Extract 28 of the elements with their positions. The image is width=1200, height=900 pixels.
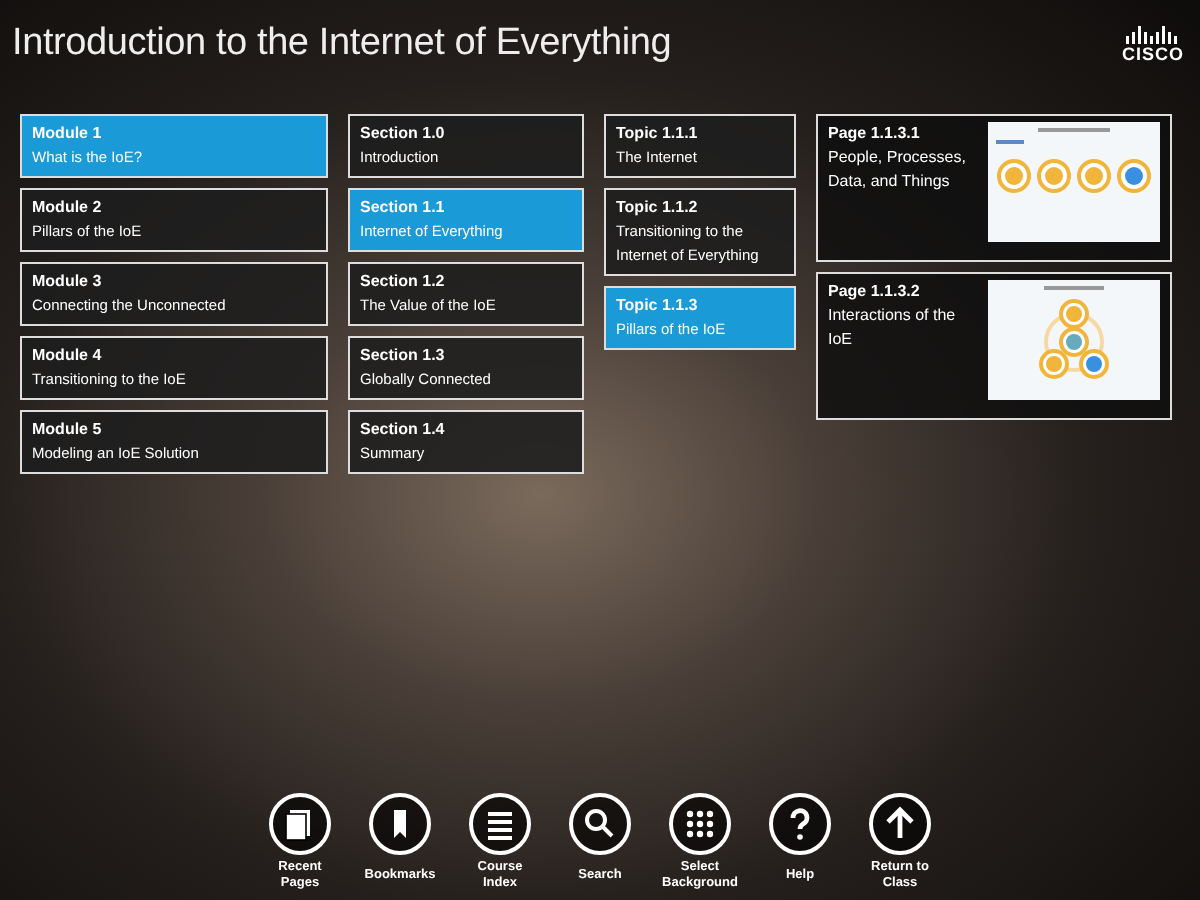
tile-heading: Section 1.4: [360, 418, 447, 442]
tile-heading: Topic 1.1.1: [616, 122, 700, 146]
dot-grid-icon: [668, 792, 732, 856]
tile-heading: Section 1.0: [360, 122, 447, 146]
page-tile[interactable]: Page 1.1.3.2 Interactions of the IoE: [816, 272, 1172, 420]
tile-heading: Page 1.1.3.2: [828, 280, 922, 304]
pages-icon: [268, 792, 332, 856]
logo-text: CISCO: [1121, 44, 1184, 64]
tile-heading: Module 5: [32, 418, 104, 442]
search-icon: [568, 792, 632, 856]
tile-heading: Section 1.1: [360, 196, 447, 220]
list-icon: [468, 792, 532, 856]
tile-heading: Module 3: [32, 270, 104, 294]
page-tile[interactable]: Page 1.1.3.1 People, Processes, Data, and Things: [816, 114, 1172, 262]
course-title: Introduction to the Internet of Everything: [12, 22, 672, 66]
logo-bars-icon: [1126, 24, 1179, 44]
tile-label: People, Processes, Data, and Things: [828, 146, 968, 194]
tile-heading: Module 2: [32, 196, 104, 220]
tile-heading: Module 4: [32, 344, 104, 368]
tile-heading: Page 1.1.3.1: [828, 122, 922, 146]
bookmark-icon: [368, 792, 432, 856]
tile-heading: Topic 1.1.2: [616, 196, 700, 220]
tile-heading: Section 1.3: [360, 344, 447, 368]
tile-heading: Topic 1.1.3: [616, 294, 700, 318]
tile-heading: Module 1: [32, 122, 104, 146]
tile-heading: Section 1.2: [360, 270, 447, 294]
help-icon: [768, 792, 832, 856]
tile-label: Interactions of the IoE: [828, 304, 958, 352]
